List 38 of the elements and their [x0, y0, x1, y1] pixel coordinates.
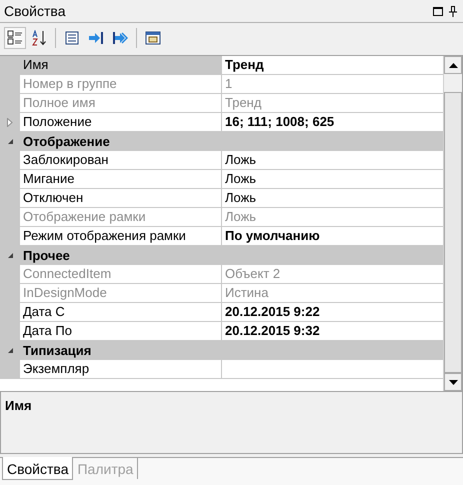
- property-value[interactable]: Ложь: [222, 189, 443, 207]
- property-value[interactable]: Ложь: [222, 151, 443, 169]
- property-value[interactable]: Тренд: [222, 56, 443, 74]
- property-value[interactable]: 20.12.2015 9:32: [222, 322, 443, 340]
- panel-title: Свойства: [4, 3, 66, 19]
- property-name[interactable]: Дата По: [20, 322, 222, 340]
- expand-icon[interactable]: [7, 118, 13, 126]
- scroll-down-icon[interactable]: [448, 380, 458, 384]
- scrollbar[interactable]: [443, 56, 462, 391]
- group-title: Типизация: [22, 343, 92, 358]
- window-icon: [145, 30, 161, 46]
- scroll-up-icon[interactable]: [448, 62, 458, 68]
- categorized-icon: [7, 30, 23, 46]
- collapse-icon[interactable]: [6, 138, 14, 145]
- property-value[interactable]: 20.12.2015 9:22: [222, 303, 443, 321]
- property-value[interactable]: Ложь: [222, 170, 443, 188]
- group-header[interactable]: Отображение: [0, 132, 443, 151]
- collapse-icon[interactable]: [6, 252, 14, 259]
- property-name[interactable]: Дата С: [20, 303, 222, 321]
- property-value[interactable]: 16; 111; 1008; 625: [222, 113, 443, 131]
- float-icon[interactable]: [433, 6, 443, 16]
- collapse-icon[interactable]: [6, 347, 14, 354]
- list-icon: [64, 30, 80, 46]
- property-name[interactable]: Имя: [20, 56, 222, 74]
- tab[interactable]: Свойства: [2, 457, 74, 480]
- property-value[interactable]: По умолчанию: [222, 227, 443, 245]
- scroll-thumb[interactable]: [444, 92, 462, 373]
- group-title: Отображение: [22, 134, 110, 149]
- double-arrow-icon: [112, 30, 128, 46]
- categorized-button[interactable]: [4, 27, 26, 49]
- property-name[interactable]: Заблокирован: [20, 151, 222, 169]
- group-header[interactable]: Типизация: [0, 341, 443, 360]
- group-header[interactable]: Прочее: [0, 246, 443, 265]
- sort-icon: [31, 30, 47, 46]
- description-title: Имя: [5, 398, 32, 413]
- pin-icon[interactable]: [449, 6, 457, 16]
- group-title: Прочее: [22, 248, 70, 263]
- arrow-icon: [88, 30, 104, 46]
